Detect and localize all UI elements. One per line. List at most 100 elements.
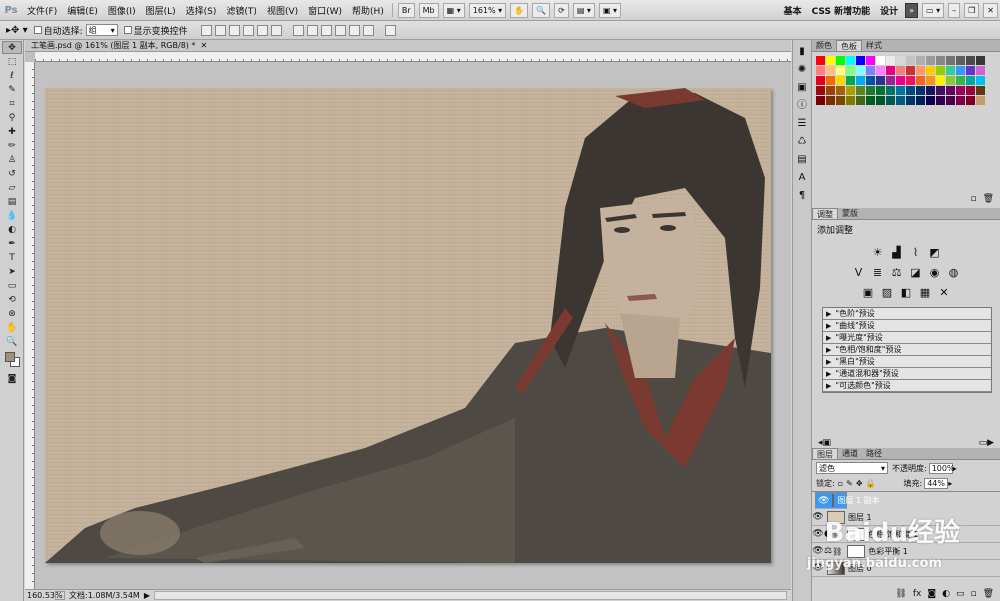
brush-panel-icon[interactable]: ✺ — [795, 64, 809, 76]
canvas-image[interactable] — [45, 88, 771, 563]
swatch-cell[interactable] — [816, 66, 825, 75]
photo-filter-icon[interactable]: ◉ — [928, 266, 941, 279]
swatch-cell[interactable] — [886, 96, 895, 105]
delete-layer-icon[interactable]: 🗑 — [983, 589, 994, 599]
auto-align-icon[interactable] — [384, 24, 396, 36]
swatch-cell[interactable] — [836, 76, 845, 85]
hand-tool-icon[interactable]: ✋ — [2, 321, 22, 334]
distribute-left-icon[interactable] — [334, 24, 346, 36]
blend-mode-select[interactable]: 滤色 ▾ — [816, 462, 888, 474]
swatch-cell[interactable] — [936, 76, 945, 85]
swatch-cell[interactable] — [846, 96, 855, 105]
swatch-cell[interactable] — [926, 56, 935, 65]
document-tab[interactable]: 工笔画.psd @ 161% (图层 1 副本, RGB/8) * ✕ — [25, 40, 791, 52]
exposure-icon[interactable]: ◩ — [928, 246, 941, 259]
swatch-grid[interactable] — [816, 56, 986, 105]
swatch-cell[interactable] — [936, 56, 945, 65]
swatch-cell[interactable] — [876, 86, 885, 95]
gradient-map-icon[interactable]: ▦ — [919, 286, 932, 299]
new-layer-icon[interactable]: ▫ — [970, 589, 976, 599]
menu-help[interactable]: 帮助(H) — [347, 4, 389, 17]
menu-filter[interactable]: 滤镜(T) — [221, 4, 262, 17]
swatch-cell[interactable] — [936, 66, 945, 75]
eye-icon[interactable]: 👁 — [812, 563, 824, 573]
align-right-icon[interactable] — [270, 24, 282, 36]
swatch-cell[interactable] — [896, 56, 905, 65]
move-tool-preset-icon[interactable]: ▸✥ ▾ — [6, 25, 28, 36]
swatch-cell[interactable] — [866, 86, 875, 95]
3d-rotate-tool-icon[interactable]: ⟲ — [2, 293, 22, 306]
preset-levels[interactable]: "色阶"预设 — [823, 308, 991, 320]
swatch-cell[interactable] — [896, 96, 905, 105]
status-options-button[interactable] — [55, 591, 65, 600]
swatch-cell[interactable] — [896, 76, 905, 85]
swatch-cell[interactable] — [856, 76, 865, 85]
pen-tool-icon[interactable]: ✒ — [2, 237, 22, 250]
expand-view-icon[interactable]: ▭▶ — [979, 438, 994, 448]
tab-layers[interactable]: 图层 — [812, 448, 838, 459]
preset-channel-mixer[interactable]: "通道混和器"预设 — [823, 368, 991, 380]
distribute-vcenter-icon[interactable] — [306, 24, 318, 36]
swatch-cell[interactable] — [956, 56, 965, 65]
layer-name[interactable]: 图层 1 副本 — [837, 495, 879, 506]
swatch-cell[interactable] — [916, 76, 925, 85]
history-brush-tool-icon[interactable]: ↺ — [2, 167, 22, 180]
swatch-cell[interactable] — [846, 76, 855, 85]
swatch-cell[interactable] — [846, 56, 855, 65]
workspace-css[interactable]: CSS 新增功能 — [807, 4, 875, 17]
hue-saturation-icon[interactable]: ≣ — [871, 266, 884, 279]
eyedropper-tool-icon[interactable]: ⚲ — [2, 111, 22, 124]
distribute-top-icon[interactable] — [292, 24, 304, 36]
workspace-design[interactable]: 设计 — [875, 4, 903, 17]
swatch-cell[interactable] — [976, 56, 985, 65]
tab-masks[interactable]: 蒙版 — [838, 208, 862, 219]
swatch-cell[interactable] — [966, 76, 975, 85]
return-to-list-icon[interactable]: ◂▣ — [818, 438, 831, 448]
swatch-cell[interactable] — [866, 66, 875, 75]
gradient-tool-icon[interactable]: ▤ — [2, 195, 22, 208]
dodge-tool-icon[interactable]: ◐ — [2, 223, 22, 236]
tab-channels[interactable]: 通道 — [838, 448, 862, 459]
swatch-cell[interactable] — [926, 86, 935, 95]
chevron-right-icon[interactable]: ▸ — [948, 479, 952, 488]
posterize-icon[interactable]: ▨ — [881, 286, 894, 299]
swatch-cell[interactable] — [886, 76, 895, 85]
menu-window[interactable]: 窗口(W) — [303, 4, 347, 17]
swatch-cell[interactable] — [926, 76, 935, 85]
swatch-cell[interactable] — [876, 96, 885, 105]
menu-view[interactable]: 视图(V) — [262, 4, 303, 17]
swatch-cell[interactable] — [826, 76, 835, 85]
swatch-cell[interactable] — [856, 96, 865, 105]
zoom-tool-icon[interactable]: 🔍 — [2, 335, 22, 348]
menu-image[interactable]: 图像(I) — [103, 4, 141, 17]
menu-edit[interactable]: 编辑(E) — [62, 4, 103, 17]
layer-row[interactable]: 👁 图层 1 — [812, 509, 1000, 526]
swatch-cell[interactable] — [966, 66, 975, 75]
clone-stamp-tool-icon[interactable]: ♙ — [2, 153, 22, 166]
menu-layer[interactable]: 图层(L) — [141, 4, 181, 17]
selective-color-icon[interactable]: ✕ — [938, 286, 951, 299]
preset-selective-color[interactable]: "可选颜色"预设 — [823, 380, 991, 392]
close-icon[interactable]: ✕ — [983, 2, 998, 18]
restore-icon[interactable]: ❐ — [964, 2, 980, 18]
color-swatches[interactable] — [3, 352, 20, 368]
swatch-cell[interactable] — [856, 56, 865, 65]
vertical-ruler[interactable] — [25, 62, 35, 589]
show-transform-checkbox[interactable] — [123, 26, 132, 34]
preset-curves[interactable]: "曲线"预设 — [823, 320, 991, 332]
swatch-cell[interactable] — [816, 56, 825, 65]
swatch-cell[interactable] — [956, 96, 965, 105]
mini-bridge-icon[interactable]: ▮ — [795, 46, 809, 58]
type-tool-icon[interactable]: T — [2, 251, 22, 264]
swatch-cell[interactable] — [966, 86, 975, 95]
distribute-right-icon[interactable] — [362, 24, 374, 36]
swatch-cell[interactable] — [936, 86, 945, 95]
align-hcenter-icon[interactable] — [256, 24, 268, 36]
delete-swatch-icon[interactable]: 🗑 — [983, 194, 994, 204]
menu-select[interactable]: 选择(S) — [181, 4, 222, 17]
swatch-cell[interactable] — [876, 66, 885, 75]
swatch-cell[interactable] — [886, 56, 895, 65]
align-left-icon[interactable] — [242, 24, 254, 36]
clone-source-icon[interactable]: ▣ — [795, 82, 809, 94]
view-extras-button[interactable]: ▦ ▾ — [442, 2, 465, 18]
